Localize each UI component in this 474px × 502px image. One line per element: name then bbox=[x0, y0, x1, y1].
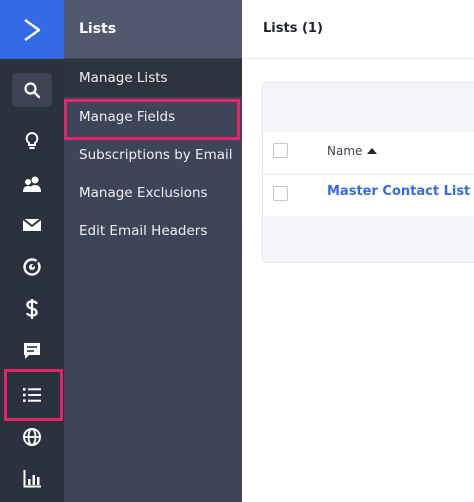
subnav-item-subscriptions-by-email[interactable]: Subscriptions by Email bbox=[64, 136, 242, 174]
contacts-icon bbox=[23, 176, 41, 192]
manage-fields-highlight bbox=[64, 99, 240, 140]
row-checkbox[interactable] bbox=[273, 186, 288, 201]
sort-ascending-icon bbox=[367, 148, 378, 154]
page-title: Lists (1) bbox=[263, 21, 323, 36]
rail-mail[interactable] bbox=[12, 208, 52, 242]
header-divider bbox=[242, 58, 474, 59]
subnav-item-edit-email-headers[interactable]: Edit Email Headers bbox=[64, 212, 242, 250]
globe-icon bbox=[23, 428, 41, 446]
table-footer bbox=[263, 216, 474, 262]
name-column-header[interactable]: Name bbox=[327, 144, 378, 158]
icon-rail bbox=[0, 0, 64, 502]
subnav-item-label: Manage Lists bbox=[79, 70, 168, 86]
lists-subnav: Lists Manage Lists Manage Fields Subscri… bbox=[64, 0, 242, 502]
table-row: Master Contact List bbox=[263, 174, 474, 216]
chat-icon bbox=[24, 343, 40, 359]
list-name-link[interactable]: Master Contact List bbox=[327, 184, 470, 199]
rail-search[interactable] bbox=[12, 73, 52, 107]
lightbulb-icon bbox=[25, 131, 39, 149]
subnav-item-label: Edit Email Headers bbox=[79, 223, 208, 239]
table-toolbar bbox=[263, 83, 474, 132]
subnav-item-manage-exclusions[interactable]: Manage Exclusions bbox=[64, 174, 242, 212]
subnav-item-manage-lists[interactable]: Manage Lists bbox=[64, 59, 242, 97]
main-content: Lists (1) Name Master Contact List bbox=[242, 0, 474, 502]
logo[interactable] bbox=[0, 0, 64, 59]
rail-globe[interactable] bbox=[12, 420, 52, 454]
rail-dollar[interactable] bbox=[12, 292, 52, 326]
mail-icon bbox=[22, 218, 42, 231]
target-icon bbox=[23, 258, 41, 276]
name-column-label: Name bbox=[327, 144, 363, 158]
rail-reports[interactable] bbox=[12, 462, 52, 496]
table-header-row: Name bbox=[263, 132, 474, 175]
lists-table: Name Master Contact List bbox=[262, 82, 474, 263]
rail-target[interactable] bbox=[12, 250, 52, 284]
rail-lightbulb[interactable] bbox=[12, 124, 52, 158]
subnav-title: Lists bbox=[79, 21, 117, 37]
chevron-right-icon bbox=[24, 18, 41, 41]
select-all-checkbox[interactable] bbox=[273, 143, 288, 158]
search-icon bbox=[24, 82, 41, 99]
subnav-item-label: Manage Exclusions bbox=[79, 185, 208, 201]
subnav-item-label: Subscriptions by Email bbox=[79, 147, 233, 163]
bar-chart-icon bbox=[23, 470, 41, 488]
dollar-icon bbox=[26, 299, 38, 319]
rail-contacts[interactable] bbox=[12, 167, 52, 201]
lists-nav-highlight bbox=[4, 369, 63, 421]
rail-chat[interactable] bbox=[12, 334, 52, 368]
subnav-header: Lists bbox=[64, 0, 242, 58]
